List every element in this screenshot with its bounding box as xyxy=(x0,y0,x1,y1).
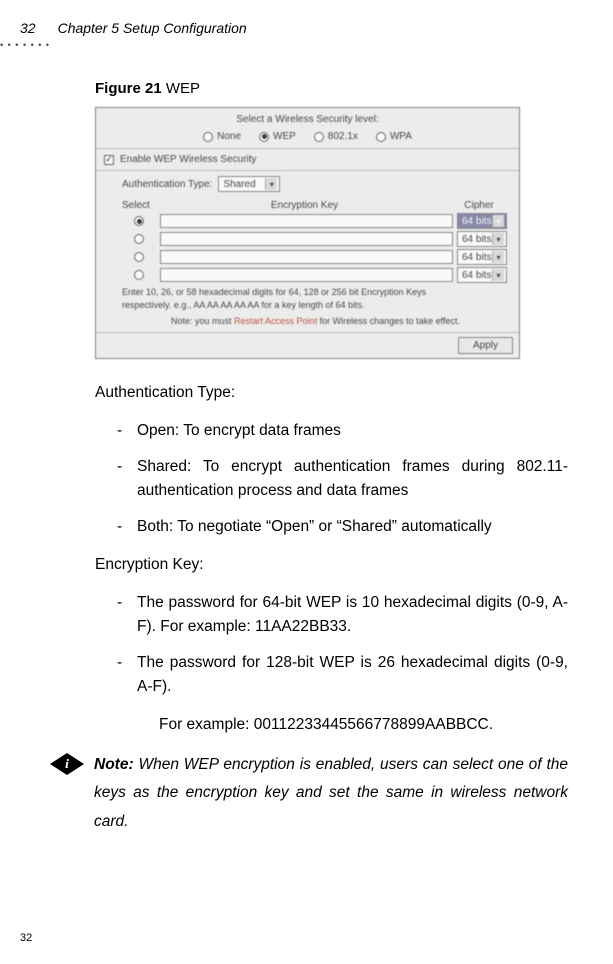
note-block: i Note: When WEP encryption is enabled, … xyxy=(0,751,613,837)
encryption-key-list: -The password for 64-bit WEP is 10 hexad… xyxy=(95,591,568,699)
key-hint-line1: Enter 10, 26, or 58 hexadecimal digits f… xyxy=(122,285,509,298)
header-chapter-title: Chapter 5 Setup Configuration xyxy=(58,20,247,36)
enable-wep-checkbox[interactable] xyxy=(104,155,114,165)
key-select-radio[interactable] xyxy=(134,270,144,280)
col-encryption-key: Encryption Key xyxy=(160,200,449,211)
security-level-options: None WEP 802.1x WPA xyxy=(96,129,519,149)
body-text: Authentication Type: -Open: To encrypt d… xyxy=(95,381,568,737)
figure-caption: Figure 21 WEP xyxy=(95,80,568,97)
encryption-key-table: Select Encryption Key Cipher 64 bits▾ 64… xyxy=(96,200,519,332)
chevron-down-icon: ▾ xyxy=(265,178,277,190)
svg-text:i: i xyxy=(65,756,69,771)
radio-icon xyxy=(259,132,269,142)
header-page-number: 32 xyxy=(20,20,36,36)
security-level-label: Select a Wireless Security level: xyxy=(96,108,519,129)
note-text: Note: When WEP encryption is enabled, us… xyxy=(94,751,568,837)
radio-wep[interactable]: WEP xyxy=(259,131,296,142)
cipher-select[interactable]: 64 bits▾ xyxy=(457,249,507,265)
chevron-down-icon: ▾ xyxy=(492,215,504,227)
info-triangle-icon: i xyxy=(50,751,84,777)
auth-type-list: -Open: To encrypt data frames -Shared: T… xyxy=(95,419,568,539)
radio-8021x[interactable]: 802.1x xyxy=(314,131,358,142)
list-item: -Shared: To encrypt authentication frame… xyxy=(95,455,568,503)
auth-type-row: Authentication Type: Shared ▾ xyxy=(96,171,519,200)
radio-icon xyxy=(314,132,324,142)
list-item: -The password for 128-bit WEP is 26 hexa… xyxy=(95,651,568,699)
key-select-radio[interactable] xyxy=(134,252,144,262)
table-row: 64 bits▾ xyxy=(122,249,509,265)
list-item: -Both: To negotiate “Open” or “Shared” a… xyxy=(95,515,568,539)
chevron-down-icon: ▾ xyxy=(492,269,504,281)
table-row: 64 bits▾ xyxy=(122,267,509,283)
table-header: Select Encryption Key Cipher xyxy=(122,200,509,211)
key-input[interactable] xyxy=(160,250,453,264)
table-row: 64 bits▾ xyxy=(122,231,509,247)
note-label: Note: xyxy=(94,756,134,773)
auth-type-select[interactable]: Shared ▾ xyxy=(218,176,280,192)
key-hint-line2: respectively. e.g., AA AA AA AA AA for a… xyxy=(122,298,509,311)
encryption-example: For example: 00112233445566778899AABBCC. xyxy=(95,713,568,737)
radio-none[interactable]: None xyxy=(203,131,241,142)
page-header: 32 Chapter 5 Setup Configuration xyxy=(0,0,613,36)
restart-link[interactable]: Restart Access Point xyxy=(234,316,317,326)
bullet-dash: - xyxy=(95,515,137,539)
note-body: When WEP encryption is enabled, users ca… xyxy=(94,756,568,830)
auth-type-heading: Authentication Type: xyxy=(95,381,568,405)
header-dotted-rule: • • • • • • • xyxy=(0,40,613,50)
bullet-dash: - xyxy=(95,419,137,443)
key-select-radio[interactable] xyxy=(134,234,144,244)
list-item: -Open: To encrypt data frames xyxy=(95,419,568,443)
restart-note: Note: you must Restart Access Point for … xyxy=(122,312,509,328)
radio-icon xyxy=(376,132,386,142)
cipher-select[interactable]: 64 bits▾ xyxy=(457,231,507,247)
bullet-dash: - xyxy=(95,651,137,699)
auth-type-label: Authentication Type: xyxy=(122,179,212,190)
auth-type-value: Shared xyxy=(223,179,255,190)
chevron-down-icon: ▾ xyxy=(492,251,504,263)
radio-wpa[interactable]: WPA xyxy=(376,131,412,142)
table-row: 64 bits▾ xyxy=(122,213,509,229)
radio-icon xyxy=(203,132,213,142)
col-select: Select xyxy=(122,200,160,211)
apply-row: Apply xyxy=(96,332,519,358)
cipher-select[interactable]: 64 bits▾ xyxy=(457,267,507,283)
col-cipher: Cipher xyxy=(449,200,509,211)
figure-title: WEP xyxy=(166,80,200,97)
wep-config-panel: Select a Wireless Security level: None W… xyxy=(95,107,520,359)
bullet-dash: - xyxy=(95,591,137,639)
key-select-radio[interactable] xyxy=(134,216,144,226)
key-input[interactable] xyxy=(160,214,453,228)
chevron-down-icon: ▾ xyxy=(492,233,504,245)
cipher-select[interactable]: 64 bits▾ xyxy=(457,213,507,229)
key-input[interactable] xyxy=(160,232,453,246)
enable-wep-row: Enable WEP Wireless Security xyxy=(96,149,519,171)
footer-page-number: 32 xyxy=(20,932,32,944)
key-input[interactable] xyxy=(160,268,453,282)
list-item: -The password for 64-bit WEP is 10 hexad… xyxy=(95,591,568,639)
apply-button[interactable]: Apply xyxy=(458,337,513,354)
bullet-dash: - xyxy=(95,455,137,503)
enable-wep-label: Enable WEP Wireless Security xyxy=(120,154,257,165)
encryption-key-heading: Encryption Key: xyxy=(95,553,568,577)
figure-label: Figure 21 xyxy=(95,80,162,97)
